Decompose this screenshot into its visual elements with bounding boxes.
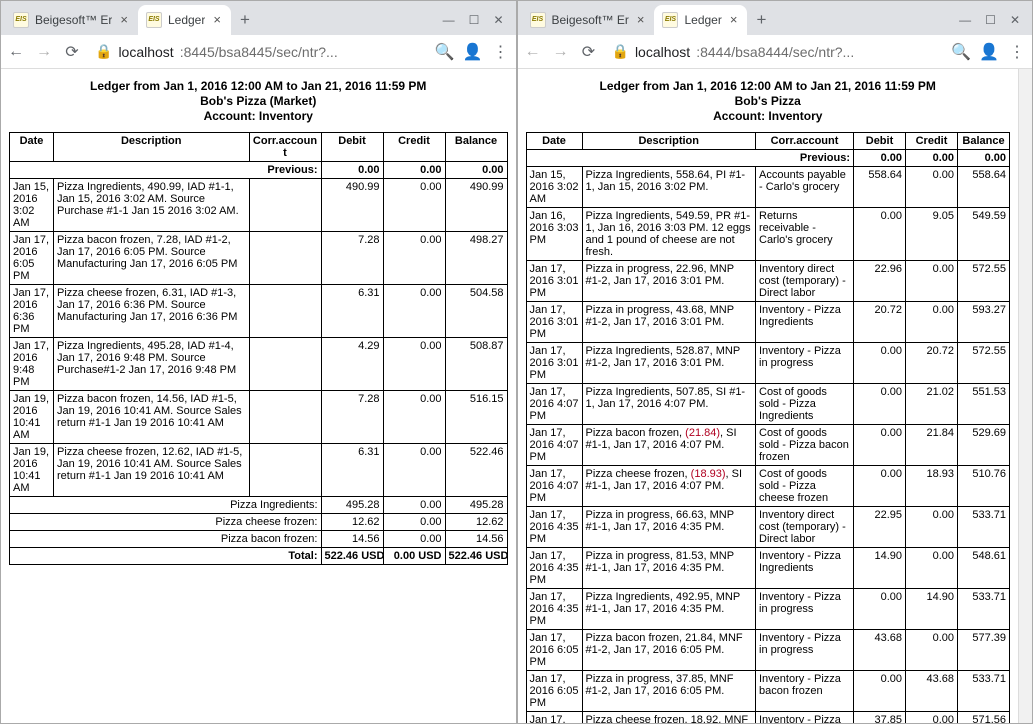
ledger-header: Ledger from Jan 1, 2016 12:00 AM to Jan … [526,79,1011,124]
forward-icon[interactable]: → [552,43,570,61]
ledger-table: DateDescriptionCorr.accountDebitCreditBa… [526,132,1011,723]
url-input[interactable]: 🔒 localhost :8445/bsa8445/sec/ntr?... [91,43,426,60]
table-row: Jan 17, 2016 6:05 PMPizza bacon frozen, … [526,630,1010,671]
close-icon[interactable]: × [211,12,223,27]
close-icon[interactable]: × [635,12,647,27]
ledger-header: Ledger from Jan 1, 2016 12:00 AM to Jan … [9,79,508,124]
previous-row: Previous:0.000.000.00 [10,162,508,179]
table-row: Jan 17, 2016 4:35 PMPizza in progress, 8… [526,548,1010,589]
favicon-icon: EIS [662,12,678,28]
forward-icon[interactable]: → [35,43,53,61]
table-row: Jan 15, 2016 3:02 AMPizza Ingredients, 5… [526,167,1010,208]
table-header-row: DateDescriptionCorr.accountDebitCreditBa… [10,133,508,162]
table-row: Jan 17, 2016 6:36 PMPizza cheese frozen,… [526,712,1010,724]
table-row: Jan 17, 2016 4:07 PMPizza cheese frozen,… [526,466,1010,507]
table-row: Jan 17, 2016 4:35 PMPizza in progress, 6… [526,507,1010,548]
address-bar: ← → ⟳ 🔒 localhost :8444/bsa8444/sec/ntr?.… [518,35,1033,69]
url-path: :8444/bsa8444/sec/ntr?... [696,44,854,60]
search-icon[interactable]: 🔍 [952,43,970,61]
favicon-icon: EIS [530,12,546,28]
tab-title: Ledger [168,13,205,27]
url-host: localhost [635,44,690,60]
browser-window-right: EIS Beigesoft™ Er × EIS Ledger × + — ☐ ✕… [517,0,1033,724]
tab-beigesoft[interactable]: EIS Beigesoft™ Er × [522,5,655,35]
minimize-icon[interactable]: — [443,13,455,27]
back-icon[interactable]: ← [7,43,25,61]
menu-icon[interactable]: ⋮ [492,43,510,61]
table-row: Jan 17, 2016 4:07 PMPizza bacon frozen, … [526,425,1010,466]
favicon-icon: EIS [146,12,162,28]
titlebar: EIS Beigesoft™ Er × EIS Ledger × + — ☐ ✕ [518,1,1033,35]
address-bar: ← → ⟳ 🔒 localhost :8445/bsa8445/sec/ntr?.… [1,35,516,69]
minimize-icon[interactable]: — [959,13,971,27]
tab-ledger[interactable]: EIS Ledger × [654,5,747,35]
url-host: localhost [118,44,173,60]
url-input[interactable]: 🔒 localhost :8444/bsa8444/sec/ntr?... [608,43,943,60]
table-row: Jan 17, 2016 9:48 PMPizza Ingredients, 4… [10,338,508,391]
summary-row: Pizza Ingredients:495.280.00495.28 [10,497,508,514]
close-icon[interactable]: × [728,12,740,27]
table-row: Jan 17, 2016 6:05 PMPizza in progress, 3… [526,671,1010,712]
tab-title: Beigesoft™ Er [35,13,112,27]
close-icon[interactable]: × [118,12,130,27]
maximize-icon[interactable]: ☐ [469,13,480,27]
new-tab-button[interactable]: + [231,6,259,34]
table-row: Jan 19, 2016 10:41 AMPizza bacon frozen,… [10,391,508,444]
table-row: Jan 17, 2016 4:07 PMPizza Ingredients, 5… [526,384,1010,425]
vertical-scrollbar[interactable] [1018,69,1032,723]
tab-title: Beigesoft™ Er [552,13,629,27]
maximize-icon[interactable]: ☐ [985,13,996,27]
table-row: Jan 15, 2016 3:02 AMPizza Ingredients, 4… [10,179,508,232]
lock-icon: 🔒 [95,43,112,60]
reload-icon[interactable]: ⟳ [63,43,81,61]
tab-title: Ledger [684,13,721,27]
page-content: Ledger from Jan 1, 2016 12:00 AM to Jan … [1,69,516,723]
reload-icon[interactable]: ⟳ [580,43,598,61]
summary-row: Pizza cheese frozen:12.620.0012.62 [10,514,508,531]
table-row: Jan 17, 2016 3:01 PMPizza in progress, 2… [526,261,1010,302]
favicon-icon: EIS [13,12,29,28]
new-tab-button[interactable]: + [747,6,775,34]
table-row: Jan 17, 2016 6:36 PMPizza cheese frozen,… [10,285,508,338]
table-row: Jan 16, 2016 3:03 PMPizza Ingredients, 5… [526,208,1010,261]
browser-window-left: EIS Beigesoft™ Er × EIS Ledger × + — ☐ ✕… [0,0,517,724]
page-content: Ledger from Jan 1, 2016 12:00 AM to Jan … [518,69,1019,723]
close-window-icon[interactable]: ✕ [493,13,503,27]
table-row: Jan 17, 2016 3:01 PMPizza in progress, 4… [526,302,1010,343]
profile-icon[interactable]: 👤 [980,43,998,61]
tab-beigesoft[interactable]: EIS Beigesoft™ Er × [5,5,138,35]
profile-icon[interactable]: 👤 [464,43,482,61]
menu-icon[interactable]: ⋮ [1008,43,1026,61]
table-row: Jan 17, 2016 3:01 PMPizza Ingredients, 5… [526,343,1010,384]
url-path: :8445/bsa8445/sec/ntr?... [180,44,338,60]
ledger-table: DateDescriptionCorr.accountDebitCreditBa… [9,132,508,565]
table-row: Jan 17, 2016 4:35 PMPizza Ingredients, 4… [526,589,1010,630]
back-icon[interactable]: ← [524,43,542,61]
search-icon[interactable]: 🔍 [436,43,454,61]
titlebar: EIS Beigesoft™ Er × EIS Ledger × + — ☐ ✕ [1,1,516,35]
previous-row: Previous:0.000.000.00 [526,150,1010,167]
table-row: Jan 17, 2016 6:05 PMPizza bacon frozen, … [10,232,508,285]
lock-icon: 🔒 [612,43,629,60]
close-window-icon[interactable]: ✕ [1010,13,1020,27]
table-header-row: DateDescriptionCorr.accountDebitCreditBa… [526,133,1010,150]
tab-ledger[interactable]: EIS Ledger × [138,5,231,35]
summary-row: Pizza bacon frozen:14.560.0014.56 [10,531,508,548]
total-row: Total:522.46 USD0.00 USD522.46 USD [10,548,508,565]
table-row: Jan 19, 2016 10:41 AMPizza cheese frozen… [10,444,508,497]
